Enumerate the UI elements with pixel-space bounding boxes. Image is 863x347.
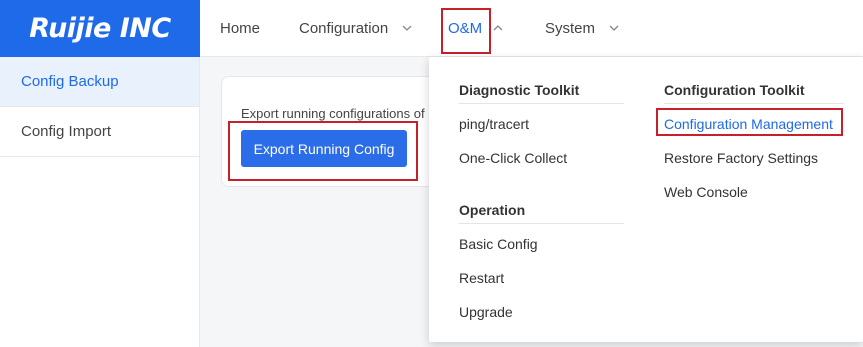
chevron-down-icon [609,25,619,31]
sidebar-item-config-import[interactable]: Config Import [0,107,199,157]
sidebar-item-config-backup[interactable]: Config Backup [0,57,199,107]
om-highlight-box [441,8,491,54]
sidebar-item-label: Config Backup [21,73,119,90]
top-navigation: Home Configuration O&M System [200,0,863,57]
menu-item-web-console[interactable]: Web Console [664,184,748,200]
nav-home-label: Home [220,19,261,37]
chevron-down-icon [402,25,412,31]
configuration-divider [664,103,844,104]
config-management-highlight-box [656,108,843,136]
menu-item-restore-factory-settings[interactable]: Restore Factory Settings [664,150,818,166]
menu-item-ping-tracert[interactable]: ping/tracert [459,116,529,132]
export-button-highlight-box [228,121,418,181]
nav-system-label: System [545,19,596,37]
menu-item-basic-config[interactable]: Basic Config [459,236,538,252]
brand-logo-area[interactable]: Ruijie INC [0,0,200,57]
operation-heading: Operation [459,202,526,218]
om-dropdown-menu: Diagnostic Toolkit ping/tracert One-Clic… [429,57,863,342]
nav-home[interactable]: Home [220,0,260,56]
operation-divider [459,223,624,224]
diagnostic-divider [459,103,624,104]
chevron-up-icon [493,25,503,31]
nav-system[interactable]: System [545,0,621,56]
export-description: Export running configurations of [241,106,425,121]
nav-configuration-label: Configuration [299,19,389,37]
diagnostic-toolkit-heading: Diagnostic Toolkit [459,82,580,98]
menu-item-one-click-collect[interactable]: One-Click Collect [459,150,567,166]
nav-configuration[interactable]: Configuration [299,0,414,56]
sidebar: Config Backup Config Import [0,57,200,347]
brand-logo: Ruijie INC [29,13,171,44]
menu-item-upgrade[interactable]: Upgrade [459,304,513,320]
menu-item-restart[interactable]: Restart [459,270,504,286]
sidebar-item-label: Config Import [21,123,112,140]
configuration-toolkit-heading: Configuration Toolkit [664,82,805,98]
